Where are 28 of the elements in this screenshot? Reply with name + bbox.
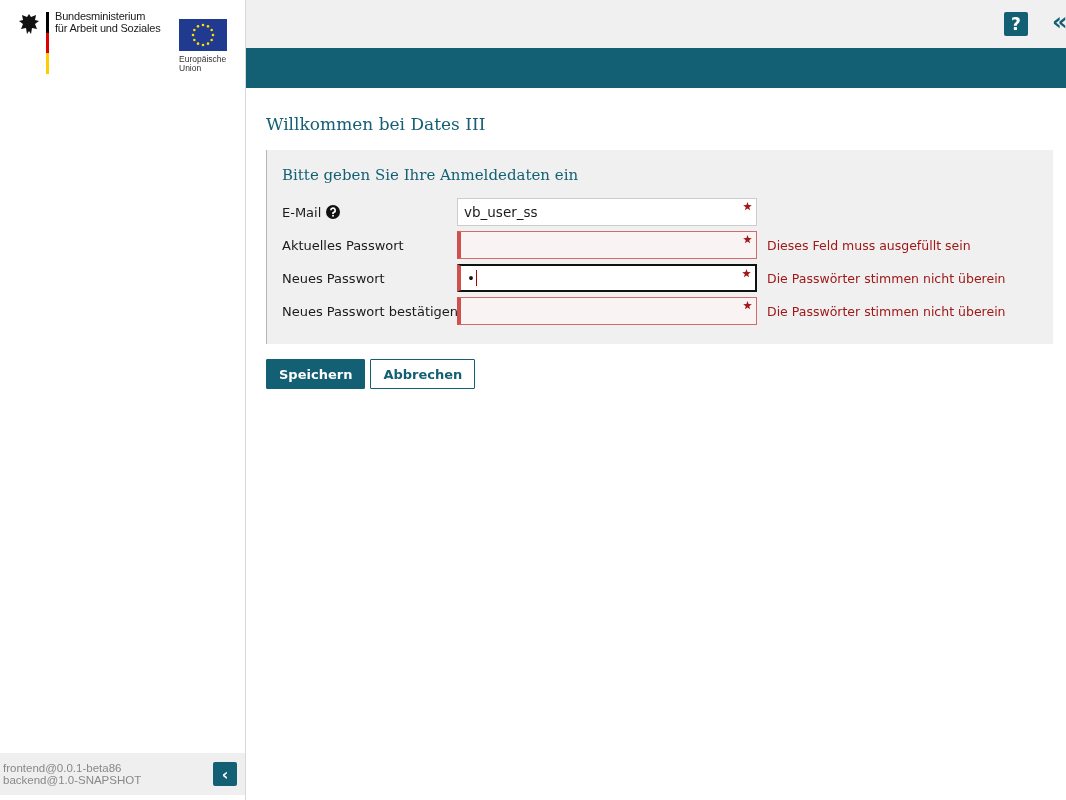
required-star-icon [742, 269, 751, 278]
collapse-sidebar-button[interactable]: ‹ [213, 762, 237, 786]
save-button[interactable]: Speichern [266, 359, 366, 389]
input-field[interactable] [457, 231, 757, 259]
input-field[interactable]: vb_user_ss [457, 198, 757, 226]
field-label: Neues Passwort bestätigen [282, 303, 459, 319]
required-star-icon [743, 235, 752, 244]
eu-label: Europäische Union [179, 55, 227, 73]
form-title: Bitte geben Sie Ihre Anmeldedaten ein [282, 166, 580, 184]
ministry-name: Bundesministerium für Arbeit und Soziales [55, 10, 162, 34]
error-message: Die Passwörter stimmen nicht überein [766, 303, 1007, 319]
input-field[interactable] [457, 297, 757, 325]
error-message: Die Passwörter stimmen nicht überein [766, 270, 1007, 286]
error-message: Dieses Feld muss ausgefüllt sein [766, 237, 972, 253]
help-button[interactable]: ? [1004, 12, 1028, 36]
field-label: Aktuelles Passwort [282, 237, 404, 253]
version-info: frontend@0.0.1-beta86 backend@1.0-SNAPSHOT [3, 762, 142, 786]
flag-stripe-icon [46, 12, 49, 74]
eu-flag-icon [179, 19, 227, 51]
input-field[interactable]: • [457, 264, 757, 292]
collapse-button[interactable]: « [1052, 8, 1066, 40]
field-label: E-Mail [282, 204, 322, 220]
field-label: Neues Passwort [282, 270, 385, 286]
required-star-icon [743, 202, 752, 211]
page-title: Willkommen bei Dates III [266, 114, 487, 134]
required-star-icon [743, 301, 752, 310]
help-icon[interactable] [326, 205, 341, 219]
cancel-button[interactable]: Abbrechen [370, 359, 476, 389]
